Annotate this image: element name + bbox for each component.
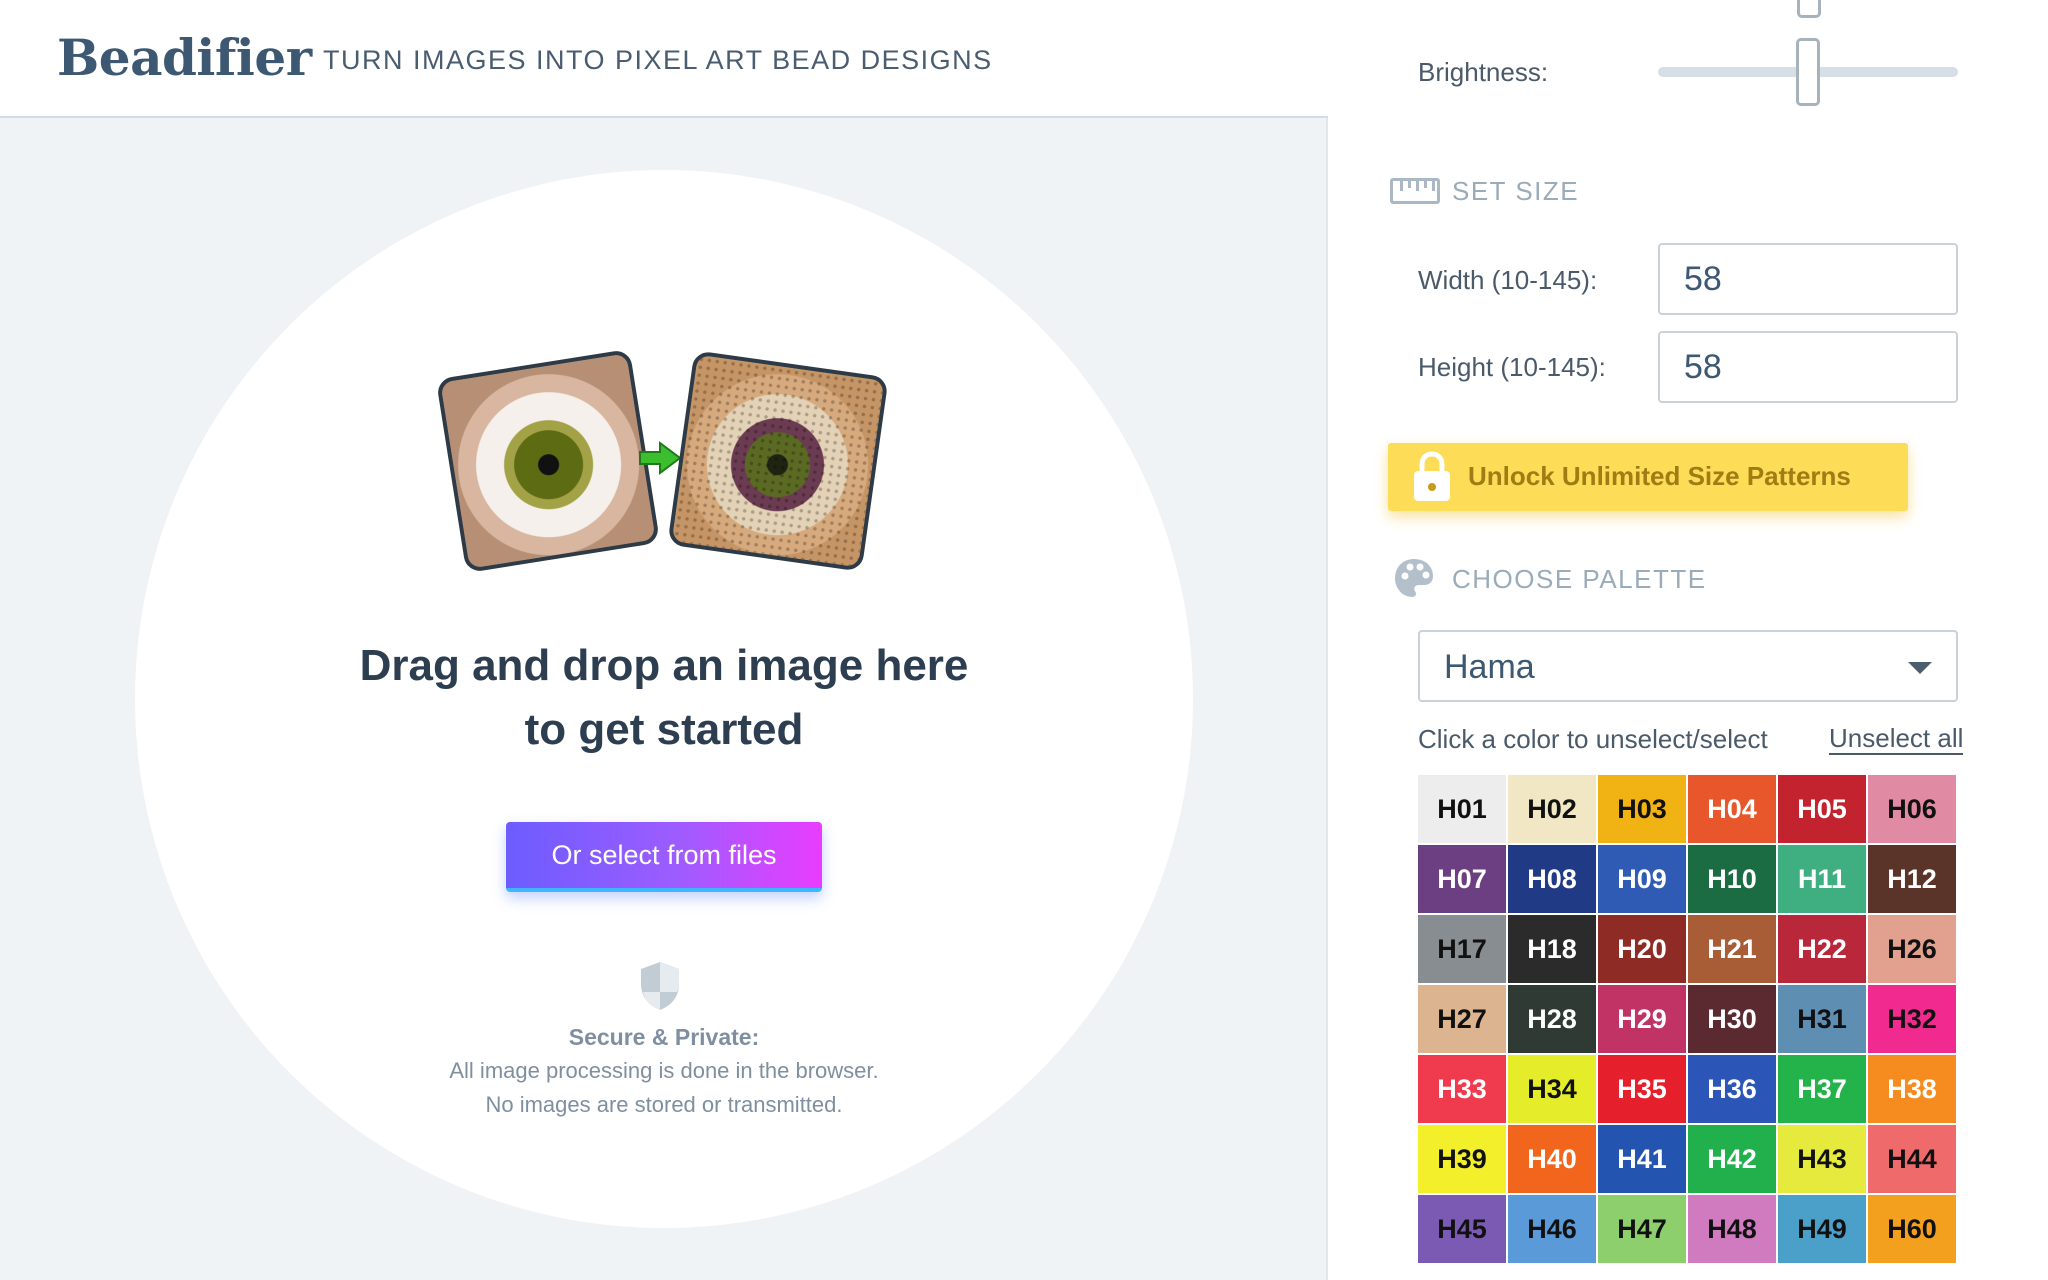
top-header: Beadifier TURN IMAGES INTO PIXEL ART BEA… (0, 0, 1328, 118)
color-swatch[interactable]: H48 (1688, 1195, 1776, 1263)
ruler-icon (1390, 178, 1440, 204)
choose-palette-title: CHOOSE PALETTE (1452, 564, 1707, 594)
width-label: Width (10-145): (1418, 265, 1598, 295)
set-size-title: SET SIZE (1452, 176, 1580, 206)
color-swatch[interactable]: H17 (1418, 915, 1506, 983)
color-swatch[interactable]: H46 (1508, 1195, 1596, 1263)
brightness-slider-thumb[interactable] (1796, 38, 1820, 106)
color-swatch[interactable]: H36 (1688, 1055, 1776, 1123)
color-swatch[interactable]: H32 (1868, 985, 1956, 1053)
color-swatch[interactable]: H05 (1778, 775, 1866, 843)
secure-text-line2: No images are stored or transmitted. (485, 1092, 843, 1117)
color-swatch[interactable]: H42 (1688, 1125, 1776, 1193)
color-swatch[interactable]: H45 (1418, 1195, 1506, 1263)
eye-bead-pattern-image (667, 350, 889, 572)
color-swatch[interactable]: H09 (1598, 845, 1686, 913)
color-swatch[interactable]: H12 (1868, 845, 1956, 913)
color-swatch[interactable]: H30 (1688, 985, 1776, 1053)
color-swatch[interactable]: H03 (1598, 775, 1686, 843)
color-swatch[interactable]: H33 (1418, 1055, 1506, 1123)
color-swatch[interactable]: H18 (1508, 915, 1596, 983)
color-swatch[interactable]: H10 (1688, 845, 1776, 913)
secure-title: Secure & Private: (568, 1024, 760, 1050)
drop-instructions-line1: Drag and drop an image here (359, 641, 969, 690)
width-input[interactable]: 58 (1658, 243, 1958, 315)
arrow-right-icon (639, 441, 682, 475)
color-swatch[interactable]: H11 (1778, 845, 1866, 913)
app-logo[interactable]: Beadifier (57, 28, 312, 87)
unlock-unlimited-size-button[interactable]: Unlock Unlimited Size Patterns (1388, 443, 1908, 511)
palette-select[interactable]: Hama (1418, 630, 1958, 702)
palette-select-value: Hama (1444, 648, 1535, 686)
tagline: TURN IMAGES INTO PIXEL ART BEAD DESIGNS (323, 45, 993, 75)
color-swatch[interactable]: H60 (1868, 1195, 1956, 1263)
color-swatch[interactable]: H21 (1688, 915, 1776, 983)
previous-slider-thumb[interactable] (1797, 0, 1821, 18)
color-swatch[interactable]: H34 (1508, 1055, 1596, 1123)
color-swatch[interactable]: H40 (1508, 1125, 1596, 1193)
color-swatch[interactable]: H47 (1598, 1195, 1686, 1263)
color-swatch[interactable]: H04 (1688, 775, 1776, 843)
color-swatch[interactable]: H31 (1778, 985, 1866, 1053)
color-swatch[interactable]: H39 (1418, 1125, 1506, 1193)
color-swatch[interactable]: H43 (1778, 1125, 1866, 1193)
drop-instructions: Drag and drop an image here to get start… (235, 634, 1093, 762)
color-swatch[interactable]: H44 (1868, 1125, 1956, 1193)
color-swatch[interactable]: H08 (1508, 845, 1596, 913)
color-swatch[interactable]: H35 (1598, 1055, 1686, 1123)
height-input[interactable]: 58 (1658, 331, 1958, 403)
color-swatch[interactable]: H37 (1778, 1055, 1866, 1123)
color-swatch[interactable]: H41 (1598, 1125, 1686, 1193)
color-swatch[interactable]: H38 (1868, 1055, 1956, 1123)
color-swatch[interactable]: H49 (1778, 1195, 1866, 1263)
color-swatch[interactable]: H28 (1508, 985, 1596, 1053)
chevron-down-icon (1908, 662, 1932, 674)
color-swatch[interactable]: H22 (1778, 915, 1866, 983)
height-label: Height (10-145): (1418, 352, 1606, 382)
eye-photo-image (435, 348, 661, 574)
color-swatch[interactable]: H06 (1868, 775, 1956, 843)
color-swatch[interactable]: H29 (1598, 985, 1686, 1053)
palette-color-grid: H01 H02 H03 H04 H05 H06 H07 H08 H09 H10 H11 H12 H17 H… (1418, 775, 1958, 1263)
color-select-hint: Click a color to unselect/select (1418, 724, 1768, 754)
unlock-label: Unlock Unlimited Size Patterns (1468, 461, 1851, 491)
shield-icon (641, 962, 679, 1010)
brightness-label: Brightness: (1418, 57, 1549, 87)
before-after-illustration (430, 345, 900, 575)
color-swatch[interactable]: H20 (1598, 915, 1686, 983)
drop-instructions-line2: to get started (524, 705, 804, 754)
color-swatch[interactable]: H02 (1508, 775, 1596, 843)
color-swatch[interactable]: H07 (1418, 845, 1506, 913)
lock-icon (1414, 451, 1450, 501)
unselect-all-link[interactable]: Unselect all (1829, 723, 1964, 755)
select-files-button[interactable]: Or select from files (506, 822, 822, 892)
palette-icon (1395, 559, 1433, 597)
color-swatch[interactable]: H01 (1418, 775, 1506, 843)
color-swatch[interactable]: H27 (1418, 985, 1506, 1053)
color-swatch[interactable]: H26 (1868, 915, 1956, 983)
secure-text-line1: All image processing is done in the brow… (449, 1058, 879, 1083)
